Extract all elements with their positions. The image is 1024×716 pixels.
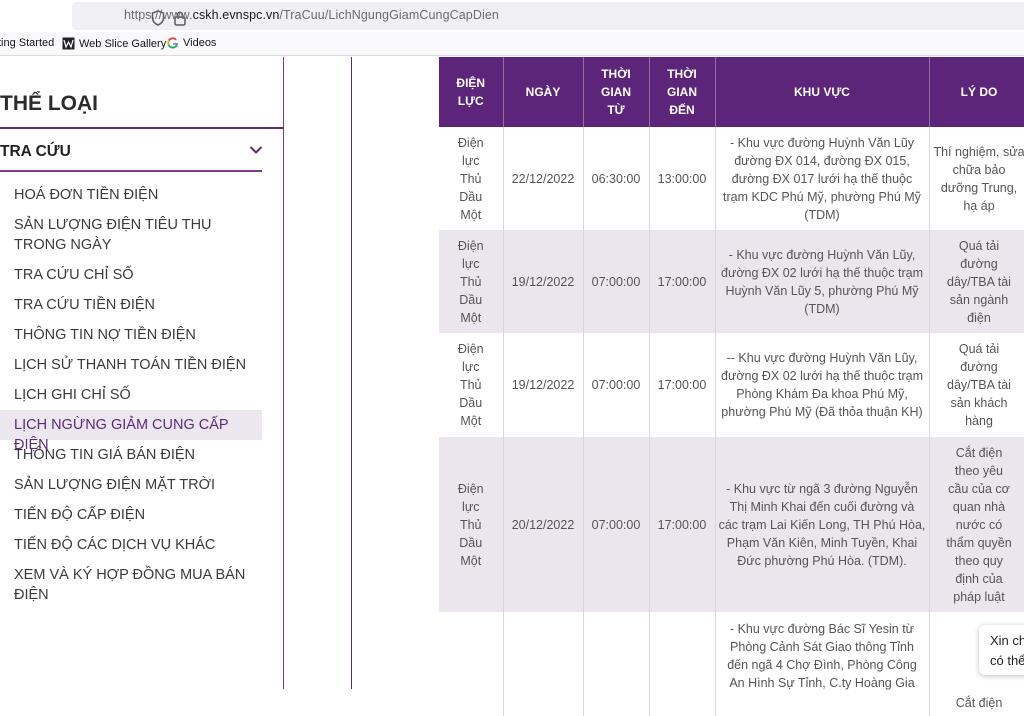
cell-thoi-gian-tu: 07:00:00 (583, 230, 650, 333)
url-domain: cskh.evnspc.vn (192, 8, 280, 22)
sidebar-item-lich-ghi-chi-so[interactable]: LỊCH GHI CHỈ SỐ (14, 385, 264, 405)
cell-khu-vuc: - Khu vực đường Huỳnh Văn Lũy, đường ĐX … (715, 230, 930, 333)
sidebar-item-tien-do-cap-dien[interactable]: TIẾN ĐỘ CẤP ĐIỆN (14, 505, 264, 525)
column-header-thoi-gian-tu: THỜI GIAN TỪ (583, 57, 650, 127)
bookmark-getting-started[interactable]: ting Started (0, 37, 54, 49)
cell-thoi-gian-den: 17:00:00 (649, 437, 716, 612)
cell-dien-luc: Điện lực Thủ Dầu Một (439, 230, 504, 333)
cell-thoi-gian-tu: 07:00:00 (583, 333, 650, 437)
table-row: - Khu vực đường Bác Sĩ Yesin từ Phòng Cả… (439, 612, 1024, 716)
cell-ly-do: Cắt điện theo yêu cầu của cơ quan nhà nư… (929, 437, 1024, 612)
chat-greeting-line1: Xin ch (990, 633, 1024, 648)
bookmark-label: ting Started (0, 37, 55, 49)
header-text: ĐIỆN LỰC (456, 76, 486, 108)
cell-ly-do: Thí nghiệm, sửa chữa bảo dưỡng Trung, hạ… (929, 127, 1024, 230)
table-header-row: ĐIỆN LỰC NGÀY THỜI GIAN TỪ THỜI GIAN ĐẾN… (439, 57, 1024, 127)
sidebar-title: THỂ LOẠI (0, 92, 98, 115)
sidebar-item-hoa-don-tien-dien[interactable]: HOÁ ĐƠN TIỀN ĐIỆN (14, 185, 264, 205)
sidebar: THỂ LOẠI TRA CỨU HOÁ ĐƠN TIỀN ĐIỆN SẢN L… (0, 57, 284, 689)
header-text: THỜI GIAN TỪ (601, 67, 631, 117)
cell-thoi-gian-tu (583, 612, 650, 716)
table-row: Điện lực Thủ Dầu Một 19/12/2022 07:00:00… (439, 333, 1024, 437)
cell-text: Điện lực Thủ Dầu Một (457, 481, 484, 568)
cell-ngay: 19/12/2022 (503, 230, 584, 333)
table-row: Điện lực Thủ Dầu Một 20/12/2022 07:00:00… (439, 437, 1024, 612)
cell-thoi-gian-den: 13:00:00 (649, 127, 716, 230)
sidebar-item-san-luong-dien-tieu-thu[interactable]: SẢN LƯỢNG ĐIỆN TIÊU THỤ TRONG NGÀY (14, 215, 264, 255)
cell-ly-do: Quá tải đường dây/TBA tài sản ngành điện (929, 230, 1024, 333)
cell-thoi-gian-tu: 06:30:00 (583, 127, 650, 230)
cell-khu-vuc: -- Khu vực đường Huỳnh Văn Lũy, đường ĐX… (715, 333, 930, 437)
cell-khu-vuc: - Khu vực đường Huỳnh Văn Lũy đường ĐX 0… (715, 127, 930, 230)
chat-widget[interactable]: Xin ch có thể (979, 625, 1024, 675)
header-text: THỜI GIAN ĐẾN (667, 67, 697, 117)
bookmark-web-slice-gallery[interactable]: Web Slice Gallery (62, 37, 166, 50)
cell-khu-vuc: - Khu vực đường Bác Sĩ Yesin từ Phòng Cả… (715, 612, 930, 716)
sidebar-item-tien-do-cac-dich-vu-khac[interactable]: TIẾN ĐỘ CÁC DỊCH VỤ KHÁC (14, 535, 264, 555)
web-slice-icon (62, 37, 75, 50)
cell-dien-luc (439, 612, 504, 716)
chat-greeting-line2: có thể (990, 653, 1024, 668)
cell-ngay (503, 612, 584, 716)
cell-khu-vuc: - Khu vực từ ngã 3 đường Nguyễn Thị Minh… (715, 437, 930, 612)
cell-text: Điện lực Thủ Dầu Một (457, 135, 484, 222)
cell-dien-luc: Điện lực Thủ Dầu Một (439, 437, 504, 612)
bookmarks-toolbar: ting Started Web Slice Gallery Videos (0, 32, 1024, 56)
sidebar-item-lich-ngung-giam-cung-cap-dien[interactable]: LỊCH NGỪNG GIẢM CUNG CẤP ĐIỆN (0, 410, 262, 453)
cell-text: Quá tải đường dây/TBA tài sản ngành điện (947, 238, 1011, 325)
cell-ngay: 20/12/2022 (503, 437, 584, 612)
sidebar-item-san-luong-dien-mat-troi[interactable]: SẢN LƯỢNG ĐIỆN MẶT TRỜI (14, 475, 264, 495)
bookmark-label: Web Slice Gallery (79, 37, 167, 50)
cell-ngay: 19/12/2022 (503, 333, 584, 437)
sidebar-item-thong-tin-no-tien-dien[interactable]: THÔNG TIN NỢ TIỀN ĐIỆN (14, 325, 264, 345)
table-row: Điện lực Thủ Dầu Một 19/12/2022 07:00:00… (439, 230, 1024, 333)
cell-dien-luc: Điện lực Thủ Dầu Một (439, 333, 504, 437)
cell-text: Điện lực Thủ Dầu Một (457, 238, 484, 325)
cell-thoi-gian-den (649, 612, 716, 716)
divider (0, 170, 262, 172)
column-header-thoi-gian-den: THỜI GIAN ĐẾN (649, 57, 716, 127)
cell-dien-luc: Điện lực Thủ Dầu Một (439, 127, 504, 230)
column-header-ngay: NGÀY (503, 57, 584, 127)
url-text[interactable]: https://www.cskh.evnspc.vn/TraCuu/LichNg… (124, 8, 499, 22)
sidebar-item-tra-cuu-chi-so[interactable]: TRA CỨU CHỈ SỐ (14, 265, 264, 285)
google-icon (167, 37, 178, 49)
url-prefix: https://www. (124, 8, 193, 22)
cell-thoi-gian-tu: 07:00:00 (583, 437, 650, 612)
cell-thoi-gian-den: 17:00:00 (649, 230, 716, 333)
cell-text: Điện lực Thủ Dầu Một (457, 342, 484, 428)
bookmark-videos[interactable]: Videos (167, 37, 216, 49)
chevron-down-icon[interactable] (249, 145, 263, 155)
sidebar-item-lich-su-thanh-toan[interactable]: LỊCH SỬ THANH TOÁN TIỀN ĐIỆN (14, 355, 264, 375)
sidebar-item-xem-va-ky-hop-dong[interactable]: XEM VÀ KÝ HỢP ĐỒNG MUA BÁN ĐIỆN (14, 565, 264, 605)
divider (0, 127, 284, 129)
cell-thoi-gian-den: 17:00:00 (649, 333, 716, 437)
table-row: Điện lực Thủ Dầu Một 22/12/2022 06:30:00… (439, 127, 1024, 230)
column-header-ly-do: LÝ DO (929, 57, 1024, 127)
cell-text: Quá tải đường dây/TBA tài sản khách hàng (947, 342, 1011, 428)
divider (351, 57, 352, 689)
cell-text: Cắt điện theo yêu cầu của cơ quan nhà nư… (946, 445, 1012, 604)
page-content: THỂ LOẠI TRA CỨU HOÁ ĐƠN TIỀN ĐIỆN SẢN L… (0, 57, 1024, 716)
outage-schedule-table: ĐIỆN LỰC NGÀY THỜI GIAN TỪ THỜI GIAN ĐẾN… (439, 57, 1024, 716)
sidebar-section-tra-cuu[interactable]: TRA CỨU (0, 143, 71, 161)
bookmark-label: Videos (183, 37, 217, 49)
cell-ngay: 22/12/2022 (503, 127, 584, 230)
url-path: /TraCuu/LichNgungGiamCungCapDien (279, 8, 499, 22)
column-header-dien-luc: ĐIỆN LỰC (439, 57, 504, 127)
sidebar-item-thong-tin-gia-ban-dien[interactable]: THÔNG TIN GIÁ BÁN ĐIỆN (14, 445, 264, 465)
column-header-khu-vuc: KHU VỰC (715, 57, 930, 127)
address-bar-area: https://www.cskh.evnspc.vn/TraCuu/LichNg… (0, 0, 1024, 32)
sidebar-item-tra-cuu-tien-dien[interactable]: TRA CỨU TIỀN ĐIỆN (14, 295, 264, 315)
cell-ly-do: Quá tải đường dây/TBA tài sản khách hàng (929, 333, 1024, 437)
